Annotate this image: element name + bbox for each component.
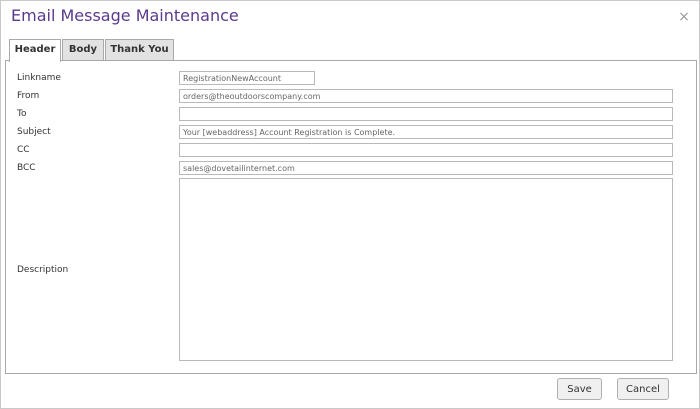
- dialog-title: Email Message Maintenance: [11, 6, 239, 25]
- description-textarea[interactable]: [179, 178, 673, 361]
- description-label: Description: [17, 265, 69, 275]
- linkname-field[interactable]: RegistrationNewAccount: [179, 71, 315, 85]
- bcc-field[interactable]: sales@dovetailinternet.com: [179, 161, 673, 175]
- subject-field[interactable]: Your [webaddress] Account Registration i…: [179, 125, 673, 139]
- from-label: From: [17, 91, 40, 101]
- header-tab-panel: Linkname RegistrationNewAccount From ord…: [5, 60, 697, 374]
- cc-label: CC: [17, 145, 30, 155]
- cc-field[interactable]: [179, 143, 673, 157]
- linkname-label: Linkname: [17, 73, 61, 83]
- email-message-dialog: Email Message Maintenance × Header Body …: [0, 0, 700, 409]
- tab-header[interactable]: Header: [9, 39, 61, 62]
- close-icon[interactable]: ×: [677, 10, 691, 24]
- from-field[interactable]: orders@theoutdoorscompany.com: [179, 89, 673, 103]
- cancel-button[interactable]: Cancel: [617, 378, 669, 400]
- to-field[interactable]: [179, 107, 673, 121]
- tab-body[interactable]: Body: [62, 39, 104, 60]
- tab-thank-you[interactable]: Thank You: [105, 39, 174, 60]
- subject-label: Subject: [17, 127, 51, 137]
- to-label: To: [17, 109, 27, 119]
- save-button[interactable]: Save: [557, 378, 602, 400]
- bcc-label: BCC: [17, 163, 36, 173]
